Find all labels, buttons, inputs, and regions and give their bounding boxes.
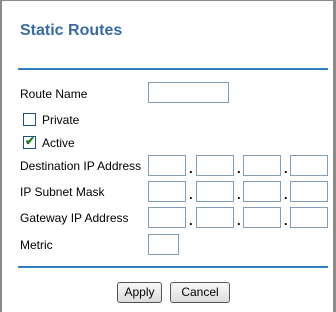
apply-button[interactable]: Apply <box>117 282 162 303</box>
page-title: Static Routes <box>20 22 123 39</box>
gateway-ip-octet-1[interactable] <box>148 207 186 228</box>
destination-ip-octet-3[interactable] <box>243 155 281 176</box>
subnet-mask-octet-1[interactable] <box>148 181 186 202</box>
ip-dot: . <box>284 187 288 202</box>
gateway-ip-octet-3[interactable] <box>243 207 281 228</box>
subnet-mask-octet-2[interactable] <box>196 181 234 202</box>
private-checkbox[interactable] <box>23 113 36 126</box>
gateway-ip-octet-4[interactable] <box>290 207 328 228</box>
ip-dot: . <box>237 187 241 202</box>
route-name-input[interactable] <box>148 82 229 103</box>
private-label: Private <box>42 113 80 127</box>
gateway-ip-label: Gateway IP Address <box>20 211 129 225</box>
checkmark-icon: ✔ <box>25 134 36 148</box>
destination-ip-octet-4[interactable] <box>290 155 328 176</box>
destination-ip-label: Destination IP Address <box>20 159 142 173</box>
subnet-mask-octet-4[interactable] <box>290 181 328 202</box>
ip-dot: . <box>189 213 193 228</box>
metric-label: Metric <box>20 238 53 252</box>
ip-dot: . <box>237 213 241 228</box>
ip-dot: . <box>284 161 288 176</box>
gateway-ip-octet-2[interactable] <box>196 207 234 228</box>
ip-dot: . <box>189 187 193 202</box>
destination-ip-octet-1[interactable] <box>148 155 186 176</box>
active-checkbox[interactable]: ✔ <box>23 134 36 149</box>
subnet-mask-octet-3[interactable] <box>243 181 281 202</box>
active-label: Active <box>42 136 75 150</box>
ip-dot: . <box>189 161 193 176</box>
window-frame-top <box>0 0 336 1</box>
cancel-button[interactable]: Cancel <box>170 282 230 303</box>
destination-ip-octet-2[interactable] <box>196 155 234 176</box>
route-name-label: Route Name <box>20 87 88 101</box>
window-frame-left <box>0 0 2 312</box>
header-divider <box>18 68 328 70</box>
ip-dot: . <box>284 213 288 228</box>
footer-divider <box>18 266 328 268</box>
metric-input[interactable] <box>148 234 179 255</box>
ip-dot: . <box>237 161 241 176</box>
subnet-mask-label: IP Subnet Mask <box>20 185 105 199</box>
